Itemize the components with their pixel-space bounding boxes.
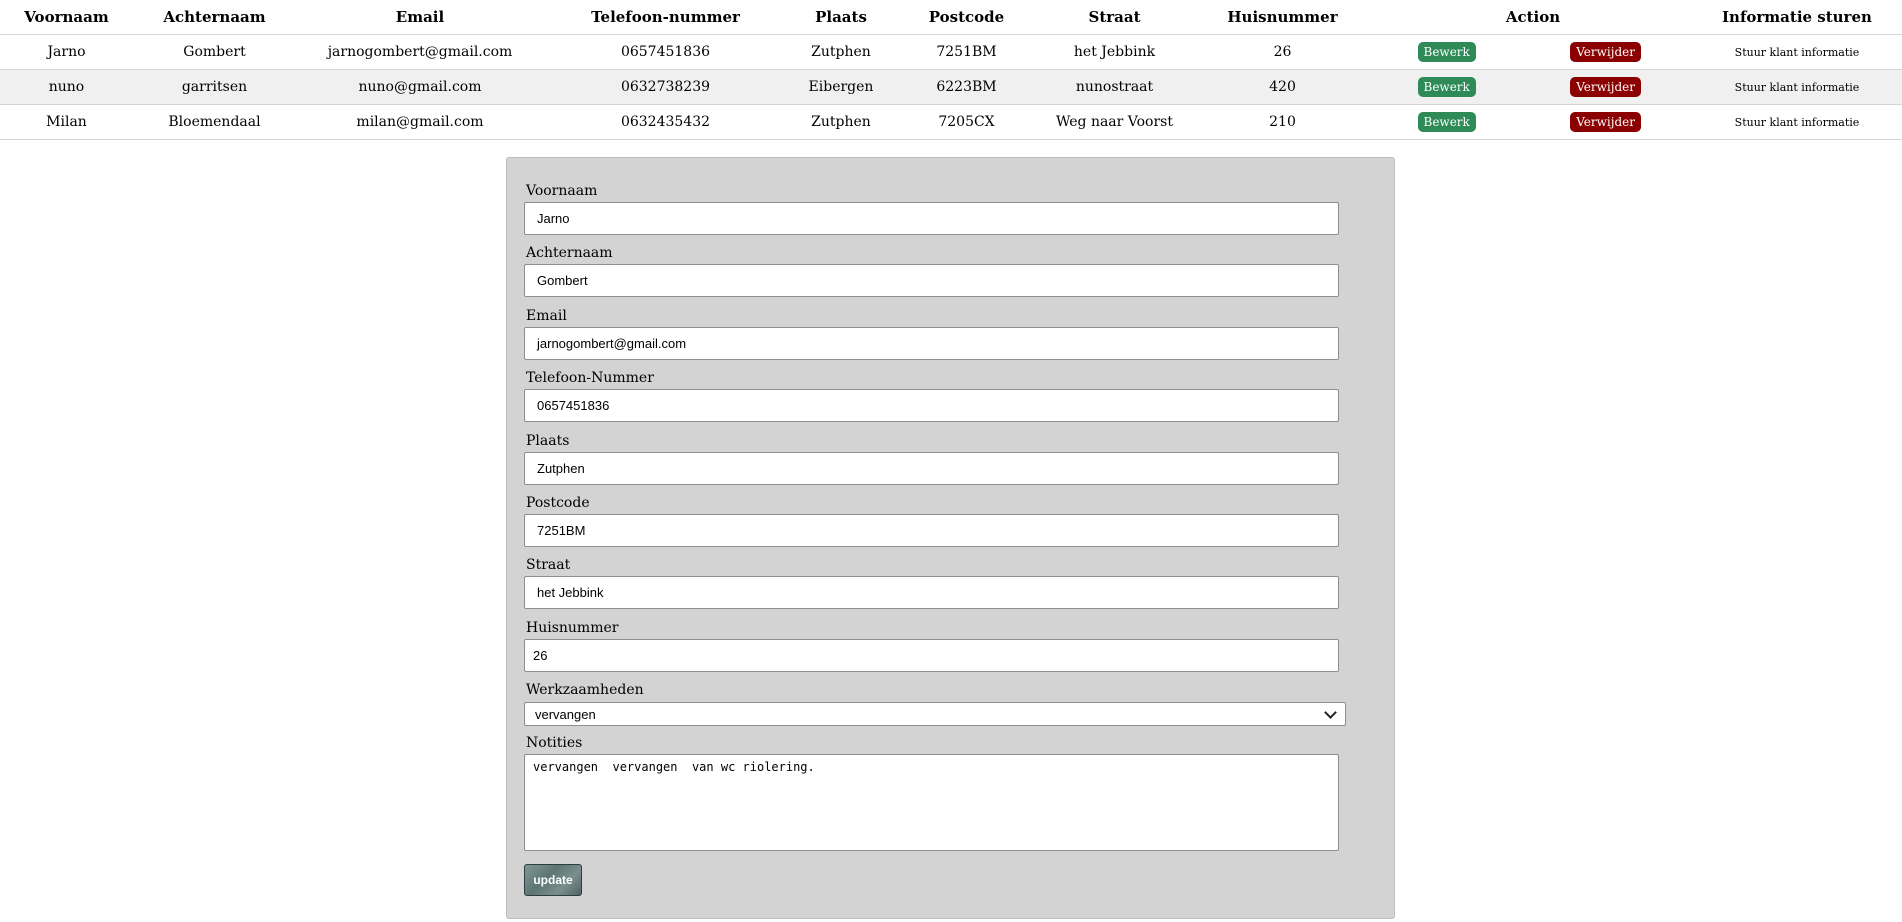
cell-voornaam: nuno (0, 69, 133, 105)
werkzaamheden-label: Werkzaamheden (526, 682, 644, 698)
straat-label: Straat (526, 557, 571, 573)
straat-input[interactable]: het Jebbink (524, 576, 1339, 609)
cell-plaats: Zutphen (787, 104, 895, 140)
header-action: Action (1505, 8, 1561, 26)
table-row: Milan Bloemendaal milan@gmail.com 063243… (0, 104, 1902, 140)
huisnummer-label: Huisnummer (526, 620, 619, 636)
cell-achternaam: Gombert (133, 34, 296, 70)
cell-email: milan@gmail.com (296, 104, 544, 140)
email-label: Email (526, 308, 567, 324)
send-info-link[interactable]: Stuur klant informatie (1735, 116, 1860, 129)
cell-delete: Verwijder (1519, 104, 1692, 140)
header-voornaam: Voornaam (24, 8, 109, 26)
table-row: nuno garritsen nuno@gmail.com 0632738239… (0, 69, 1902, 105)
cell-delete: Verwijder (1519, 69, 1692, 105)
header-postcode: Postcode (928, 8, 1005, 26)
cell-postcode: 7251BM (895, 34, 1038, 70)
voornaam-input[interactable]: Jarno (524, 202, 1339, 235)
clients-table: Voornaam Achternaam Email Telefoon-numme… (0, 0, 1902, 140)
delete-button[interactable]: Verwijder (1570, 77, 1641, 97)
postcode-label: Postcode (526, 495, 590, 511)
telefoon-input[interactable]: 0657451836 (524, 389, 1339, 422)
cell-postcode: 7205CX (895, 104, 1038, 140)
cell-huisnummer: 26 (1191, 34, 1374, 70)
cell-edit: Bewerk (1374, 104, 1520, 140)
edit-client-form: Voornaam Jarno Achternaam Gombert Email … (506, 157, 1395, 919)
email-input[interactable]: jarnogombert@gmail.com (524, 327, 1339, 360)
update-button[interactable]: update (524, 864, 582, 896)
cell-postcode: 6223BM (895, 69, 1038, 105)
achternaam-input[interactable]: Gombert (524, 264, 1339, 297)
huisnummer-input[interactable]: 26 (524, 639, 1339, 672)
edit-button[interactable]: Bewerk (1417, 77, 1476, 97)
cell-telefoon: 0657451836 (544, 34, 787, 70)
cell-huisnummer: 420 (1191, 69, 1374, 105)
telefoon-label: Telefoon-Nummer (526, 370, 654, 386)
cell-email: nuno@gmail.com (296, 69, 544, 105)
cell-voornaam: Jarno (0, 34, 133, 70)
postcode-input[interactable]: 7251BM (524, 514, 1339, 547)
send-info-link[interactable]: Stuur klant informatie (1735, 81, 1860, 94)
cell-straat: nunostraat (1038, 69, 1191, 105)
cell-edit: Bewerk (1374, 69, 1520, 105)
header-telefoon: Telefoon-nummer (591, 8, 740, 26)
cell-telefoon: 0632435432 (544, 104, 787, 140)
cell-straat: het Jebbink (1038, 34, 1191, 70)
notities-textarea[interactable]: vervangen vervangen van wc riolering. (524, 754, 1339, 851)
cell-info: Stuur klant informatie (1691, 34, 1902, 70)
cell-straat: Weg naar Voorst (1038, 104, 1191, 140)
cell-info: Stuur klant informatie (1691, 104, 1902, 140)
cell-email: jarnogombert@gmail.com (296, 34, 544, 70)
chevron-down-icon (1324, 705, 1337, 719)
header-informatie: Informatie sturen (1722, 8, 1872, 26)
werkzaamheden-selected-value: vervangen (535, 706, 596, 722)
delete-button[interactable]: Verwijder (1570, 42, 1641, 62)
cell-huisnummer: 210 (1191, 104, 1374, 140)
cell-delete: Verwijder (1519, 34, 1692, 70)
header-email: Email (395, 8, 445, 26)
edit-button[interactable]: Bewerk (1417, 112, 1476, 132)
send-info-link[interactable]: Stuur klant informatie (1735, 46, 1860, 59)
werkzaamheden-select[interactable]: vervangen (524, 702, 1346, 726)
cell-achternaam: Bloemendaal (133, 104, 296, 140)
cell-info: Stuur klant informatie (1691, 69, 1902, 105)
table-header-row: Voornaam Achternaam Email Telefoon-numme… (0, 0, 1902, 35)
table-row: Jarno Gombert jarnogombert@gmail.com 065… (0, 34, 1902, 70)
cell-plaats: Zutphen (787, 34, 895, 70)
delete-button[interactable]: Verwijder (1570, 112, 1641, 132)
cell-achternaam: garritsen (133, 69, 296, 105)
header-plaats: Plaats (815, 8, 867, 26)
achternaam-label: Achternaam (526, 245, 613, 261)
cell-edit: Bewerk (1374, 34, 1520, 70)
header-achternaam: Achternaam (163, 8, 266, 26)
header-huisnummer: Huisnummer (1227, 8, 1338, 26)
voornaam-label: Voornaam (526, 183, 598, 199)
cell-voornaam: Milan (0, 104, 133, 140)
notities-label: Notities (526, 735, 583, 751)
cell-telefoon: 0632738239 (544, 69, 787, 105)
plaats-input[interactable]: Zutphen (524, 452, 1339, 485)
edit-button[interactable]: Bewerk (1417, 42, 1476, 62)
header-straat: Straat (1088, 8, 1141, 26)
plaats-label: Plaats (526, 433, 570, 449)
cell-plaats: Eibergen (787, 69, 895, 105)
